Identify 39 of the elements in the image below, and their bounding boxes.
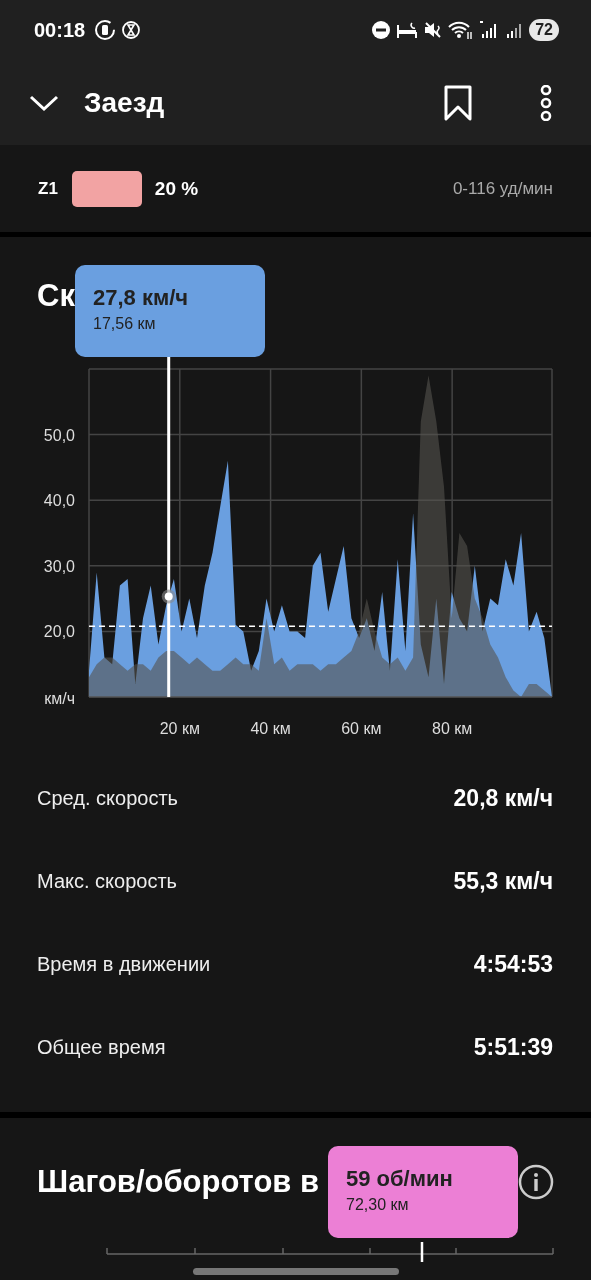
stat-label: Общее время: [37, 1036, 166, 1059]
do-not-disturb-icon: [371, 20, 392, 40]
bed-icon: [396, 21, 419, 39]
screen-title: Заезд: [84, 86, 165, 119]
x-tick-label: 40 км: [250, 720, 291, 737]
y-tick-label: 50,0: [43, 426, 75, 444]
x-tick-label: 20 км: [159, 720, 200, 737]
cursor-point: [161, 589, 176, 604]
tooltip-value: 27,8 км/ч: [93, 285, 190, 311]
phone-sync-icon: [94, 19, 117, 41]
battery-indicator: 72: [529, 19, 559, 41]
stat-value: 55,3 км/ч: [453, 868, 553, 895]
tooltip-distance: 17,56 км: [93, 315, 157, 333]
hourglass-icon: [121, 20, 142, 40]
stat-value: 5:51:39: [473, 1034, 553, 1061]
y-axis-unit: км/ч: [44, 690, 75, 707]
stat-label: Макс. скорость: [37, 870, 178, 893]
tooltip-distance: 72,30 км: [346, 1196, 410, 1214]
bookmark-icon[interactable]: [443, 84, 473, 121]
stat-value: 20,8 км/ч: [453, 785, 553, 812]
card-title: Ск: [37, 277, 75, 315]
x-tick-label: 80 км: [432, 720, 473, 737]
tooltip-value: 59 об/мин: [346, 1166, 454, 1192]
zone-label: Z1: [38, 178, 58, 199]
info-icon[interactable]: [517, 1163, 555, 1201]
wifi-icon: [448, 20, 475, 40]
zone-swatch: [71, 170, 142, 207]
stat-label: Время в движении: [37, 953, 211, 976]
card-title: Шагов/оборотов в: [37, 1163, 320, 1201]
y-tick-label: 40,0: [43, 492, 75, 510]
x-tick-label: 60 км: [341, 720, 382, 737]
status-time: 00:18: [34, 18, 86, 42]
stat-value: 4:54:53: [473, 951, 553, 978]
cursor-line[interactable]: [167, 357, 171, 697]
y-tick-label: 20,0: [43, 623, 75, 641]
stat-label: Сред. скорость: [37, 787, 178, 810]
y-tick-label: 30,0: [43, 557, 75, 575]
zone-range: 0-116 уд/мин: [452, 178, 553, 199]
zone-percent: 20 %: [154, 177, 199, 200]
